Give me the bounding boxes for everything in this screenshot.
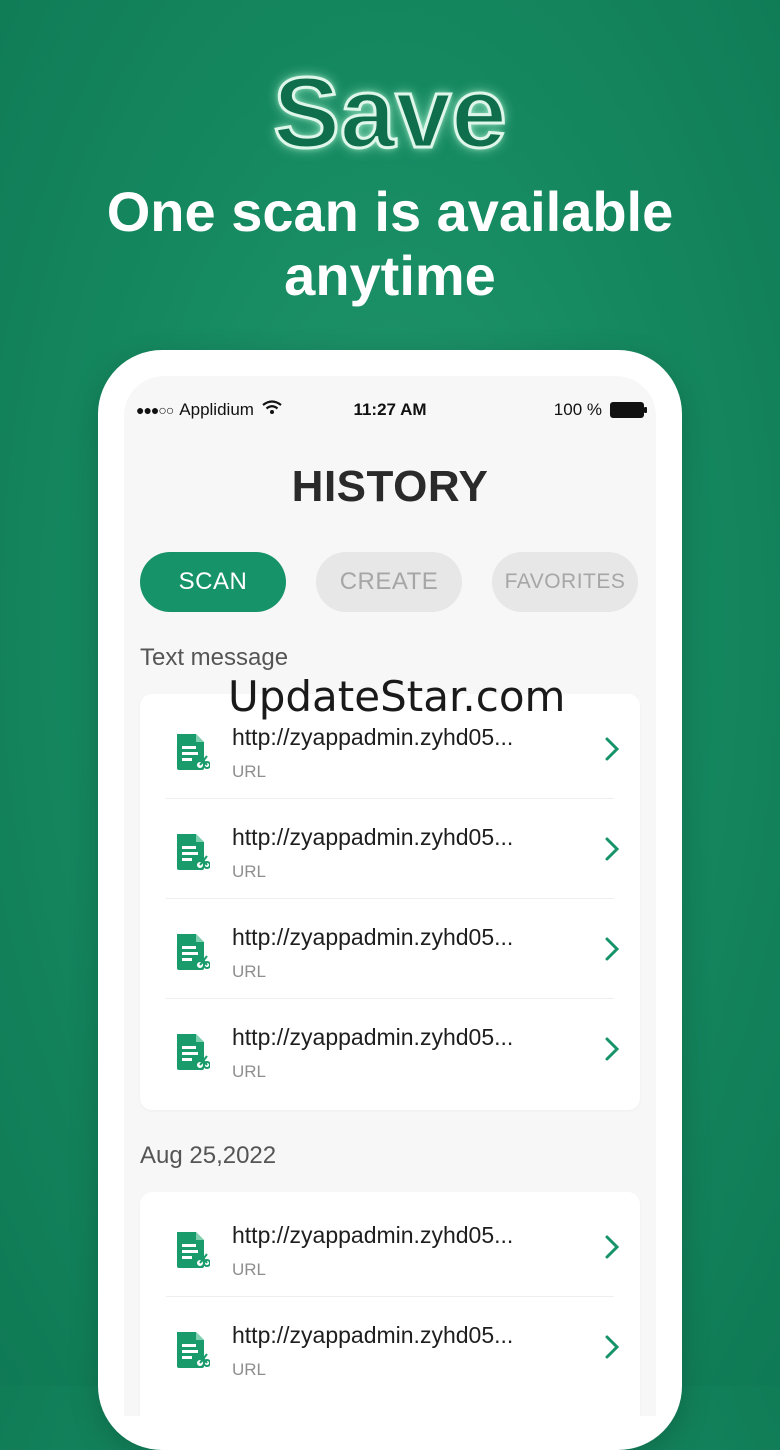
section-label: Text message [140, 644, 289, 671]
battery-icon [610, 402, 647, 418]
document-scissors-icon [174, 932, 211, 972]
chevron-right-icon [604, 1334, 620, 1360]
watermark: UpdateStar.com [228, 672, 566, 721]
tab-favorites[interactable]: FAVORITES [492, 552, 638, 612]
document-scissors-icon [174, 1230, 211, 1270]
item-type: URL [232, 1062, 267, 1081]
chevron-right-icon [604, 836, 620, 862]
page-title: HISTORY [291, 462, 489, 511]
item-title: http://zyappadmin.zyhd05... [232, 1024, 514, 1050]
promo-subtitle-line1: One scan is available [106, 180, 674, 243]
status-bar: ●●●○○ Applidium 11:27 AM 100 % [124, 398, 656, 424]
item-type: URL [232, 862, 267, 881]
list-item[interactable]: http://zyappadmin.zyhd05... URL [140, 798, 640, 898]
tab-scan[interactable]: SCAN [140, 552, 286, 612]
item-title: http://zyappadmin.zyhd05... [232, 924, 514, 950]
history-card: http://zyappadmin.zyhd05... URL http://z… [140, 1192, 640, 1416]
promo-subtitle-line2: anytime [284, 244, 496, 307]
list-item[interactable]: http://zyappadmin.zyhd05... URL [140, 1296, 640, 1396]
promo-subtitle: One scan is available anytime [0, 180, 780, 308]
item-title: http://zyappadmin.zyhd05... [232, 1322, 514, 1348]
chevron-right-icon [604, 936, 620, 962]
promo-title: Save [272, 57, 509, 170]
item-title: http://zyappadmin.zyhd05... [232, 1222, 514, 1248]
item-title: http://zyappadmin.zyhd05... [232, 824, 514, 850]
item-type: URL [232, 1260, 267, 1279]
tab-create[interactable]: CREATE [316, 552, 462, 612]
document-scissors-icon [174, 1032, 211, 1072]
document-scissors-icon [174, 832, 211, 872]
document-scissors-icon [174, 732, 211, 772]
battery-percent: 100 % [553, 400, 602, 419]
chevron-right-icon [604, 736, 620, 762]
chevron-right-icon [604, 1036, 620, 1062]
item-type: URL [232, 1360, 267, 1379]
section-label: Aug 25,2022 [140, 1142, 277, 1169]
history-card: http://zyappadmin.zyhd05... URL http://z… [140, 694, 640, 1110]
chevron-right-icon [604, 1234, 620, 1260]
document-scissors-icon [174, 1330, 211, 1370]
item-title: http://zyappadmin.zyhd05... [232, 724, 514, 750]
list-item[interactable]: http://zyappadmin.zyhd05... URL [140, 998, 640, 1098]
item-type: URL [232, 762, 267, 781]
item-type: URL [232, 962, 267, 981]
list-item[interactable]: http://zyappadmin.zyhd05... URL [140, 1196, 640, 1296]
phone-screen: ●●●○○ Applidium 11:27 AM 100 % HISTORY S… [124, 376, 656, 1416]
list-item[interactable]: http://zyappadmin.zyhd05... URL [140, 898, 640, 998]
